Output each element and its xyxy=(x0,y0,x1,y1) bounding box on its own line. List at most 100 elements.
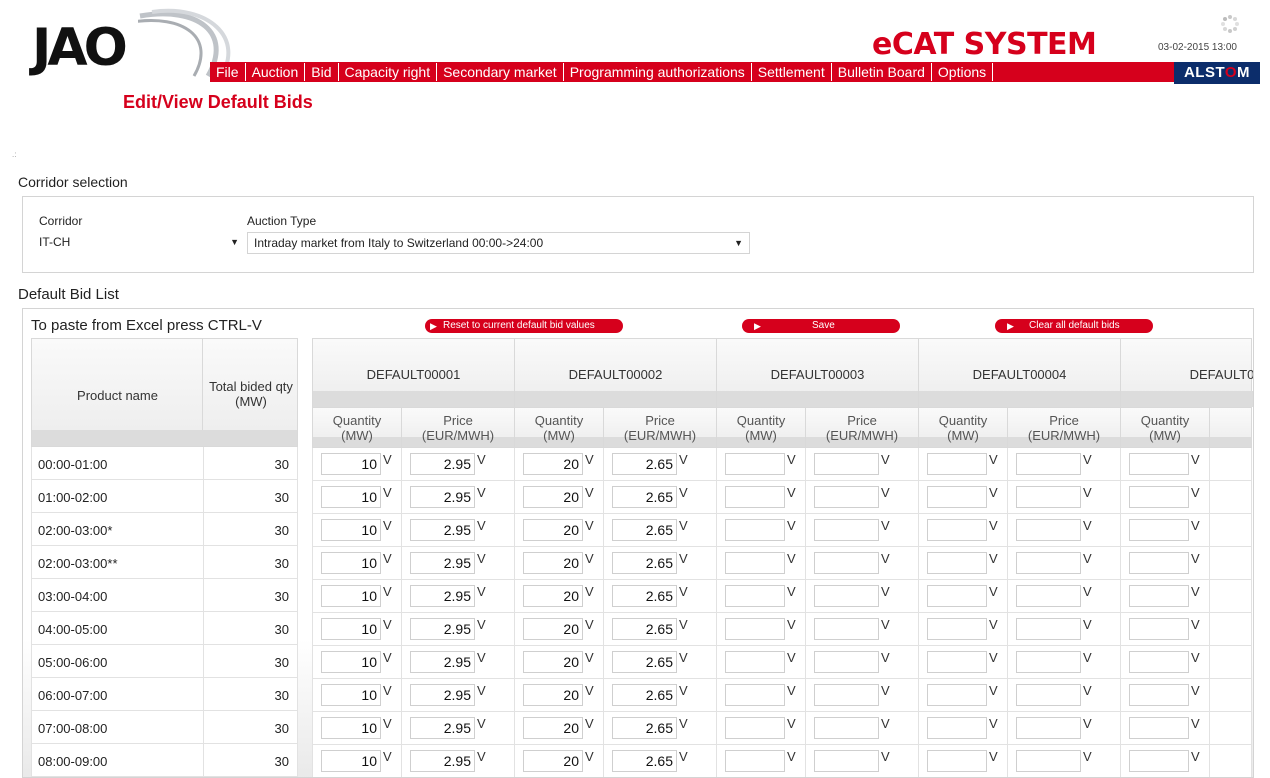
menu-file[interactable]: File xyxy=(210,63,245,81)
quantity-input[interactable] xyxy=(725,486,785,508)
quantity-input[interactable] xyxy=(1129,618,1189,640)
quantity-input[interactable] xyxy=(1129,453,1189,475)
menu-secondary-market[interactable]: Secondary market xyxy=(436,63,563,81)
menu-programming-authorizations[interactable]: Programming authorizations xyxy=(562,63,751,81)
price-input[interactable] xyxy=(814,453,879,475)
price-input[interactable]: 2.95 xyxy=(410,453,475,475)
price-input[interactable] xyxy=(1016,519,1081,541)
quantity-input[interactable] xyxy=(1129,585,1189,607)
quantity-input[interactable] xyxy=(927,651,987,673)
quantity-input[interactable] xyxy=(725,750,785,772)
quantity-input[interactable]: 20 xyxy=(523,453,583,475)
menu-bulletin-board[interactable]: Bulletin Board xyxy=(830,63,931,81)
price-input[interactable] xyxy=(814,750,879,772)
price-input[interactable]: 2.65 xyxy=(612,519,677,541)
quantity-input[interactable] xyxy=(1129,651,1189,673)
price-input[interactable]: 2.95 xyxy=(410,717,475,739)
price-input[interactable] xyxy=(814,585,879,607)
price-input[interactable] xyxy=(1016,585,1081,607)
price-input[interactable]: 2.65 xyxy=(612,618,677,640)
price-input[interactable]: 2.65 xyxy=(612,717,677,739)
price-input[interactable]: 2.65 xyxy=(612,453,677,475)
quantity-input[interactable] xyxy=(725,552,785,574)
quantity-input[interactable]: 10 xyxy=(321,684,381,706)
corridor-select[interactable]: IT-CH ▼ xyxy=(39,232,245,254)
menu-settlement[interactable]: Settlement xyxy=(750,63,831,81)
quantity-input[interactable]: 20 xyxy=(523,585,583,607)
price-input[interactable] xyxy=(814,717,879,739)
menu-bid[interactable]: Bid xyxy=(304,63,337,81)
price-input[interactable]: 2.65 xyxy=(612,552,677,574)
price-input[interactable]: 2.95 xyxy=(410,519,475,541)
quantity-input[interactable]: 10 xyxy=(321,618,381,640)
quantity-input[interactable] xyxy=(927,453,987,475)
price-input[interactable] xyxy=(814,618,879,640)
save-button[interactable]: ▶ Save xyxy=(742,319,900,333)
quantity-input[interactable] xyxy=(725,519,785,541)
quantity-input[interactable]: 10 xyxy=(321,486,381,508)
clear-default-bids-button[interactable]: ▶ Clear all default bids xyxy=(995,319,1153,333)
price-input[interactable]: 2.95 xyxy=(410,618,475,640)
price-input[interactable]: 2.65 xyxy=(612,750,677,772)
menu-auction[interactable]: Auction xyxy=(244,63,305,81)
quantity-input[interactable] xyxy=(725,585,785,607)
quantity-input[interactable] xyxy=(927,717,987,739)
quantity-input[interactable] xyxy=(1129,750,1189,772)
quantity-input[interactable] xyxy=(1129,552,1189,574)
quantity-input[interactable]: 20 xyxy=(523,717,583,739)
price-input[interactable] xyxy=(814,552,879,574)
price-input[interactable]: 2.95 xyxy=(410,585,475,607)
auction-type-select[interactable]: Intraday market from Italy to Switzerlan… xyxy=(247,232,750,254)
quantity-input[interactable]: 10 xyxy=(321,453,381,475)
quantity-input[interactable]: 10 xyxy=(321,717,381,739)
price-input[interactable] xyxy=(1016,651,1081,673)
quantity-input[interactable]: 10 xyxy=(321,651,381,673)
price-input[interactable]: 2.95 xyxy=(410,750,475,772)
price-input[interactable]: 2.95 xyxy=(410,486,475,508)
quantity-input[interactable]: 20 xyxy=(523,486,583,508)
quantity-input[interactable]: 10 xyxy=(321,750,381,772)
price-input[interactable] xyxy=(1016,684,1081,706)
quantity-input[interactable] xyxy=(725,651,785,673)
quantity-input[interactable] xyxy=(927,750,987,772)
price-input[interactable] xyxy=(814,651,879,673)
reset-default-bids-button[interactable]: ▶ Reset to current default bid values xyxy=(425,319,623,333)
quantity-input[interactable] xyxy=(1129,717,1189,739)
quantity-input[interactable] xyxy=(1129,684,1189,706)
quantity-input[interactable]: 20 xyxy=(523,519,583,541)
price-input[interactable]: 2.65 xyxy=(612,486,677,508)
price-input[interactable]: 2.65 xyxy=(612,684,677,706)
price-input[interactable]: 2.95 xyxy=(410,552,475,574)
quantity-input[interactable] xyxy=(927,684,987,706)
quantity-input[interactable]: 20 xyxy=(523,651,583,673)
quantity-input[interactable]: 10 xyxy=(321,552,381,574)
price-input[interactable] xyxy=(814,486,879,508)
quantity-input[interactable] xyxy=(927,486,987,508)
price-input[interactable] xyxy=(1016,486,1081,508)
quantity-input[interactable] xyxy=(1129,519,1189,541)
quantity-input[interactable] xyxy=(927,519,987,541)
quantity-input[interactable] xyxy=(725,618,785,640)
quantity-input[interactable]: 20 xyxy=(523,618,583,640)
quantity-input[interactable]: 10 xyxy=(321,585,381,607)
quantity-input[interactable]: 20 xyxy=(523,684,583,706)
price-input[interactable] xyxy=(1016,453,1081,475)
price-input[interactable]: 2.95 xyxy=(410,684,475,706)
quantity-input[interactable]: 20 xyxy=(523,750,583,772)
price-input[interactable] xyxy=(814,684,879,706)
quantity-input[interactable] xyxy=(725,453,785,475)
price-input[interactable]: 2.65 xyxy=(612,585,677,607)
quantity-input[interactable] xyxy=(927,585,987,607)
price-input[interactable] xyxy=(1016,717,1081,739)
quantity-input[interactable] xyxy=(725,717,785,739)
price-input[interactable]: 2.65 xyxy=(612,651,677,673)
price-input[interactable] xyxy=(1016,552,1081,574)
quantity-input[interactable] xyxy=(927,552,987,574)
quantity-input[interactable] xyxy=(927,618,987,640)
price-input[interactable] xyxy=(814,519,879,541)
menu-capacity-right[interactable]: Capacity right xyxy=(337,63,437,81)
menu-options[interactable]: Options xyxy=(930,63,994,81)
quantity-input[interactable]: 20 xyxy=(523,552,583,574)
price-input[interactable] xyxy=(1016,750,1081,772)
quantity-input[interactable]: 10 xyxy=(321,519,381,541)
